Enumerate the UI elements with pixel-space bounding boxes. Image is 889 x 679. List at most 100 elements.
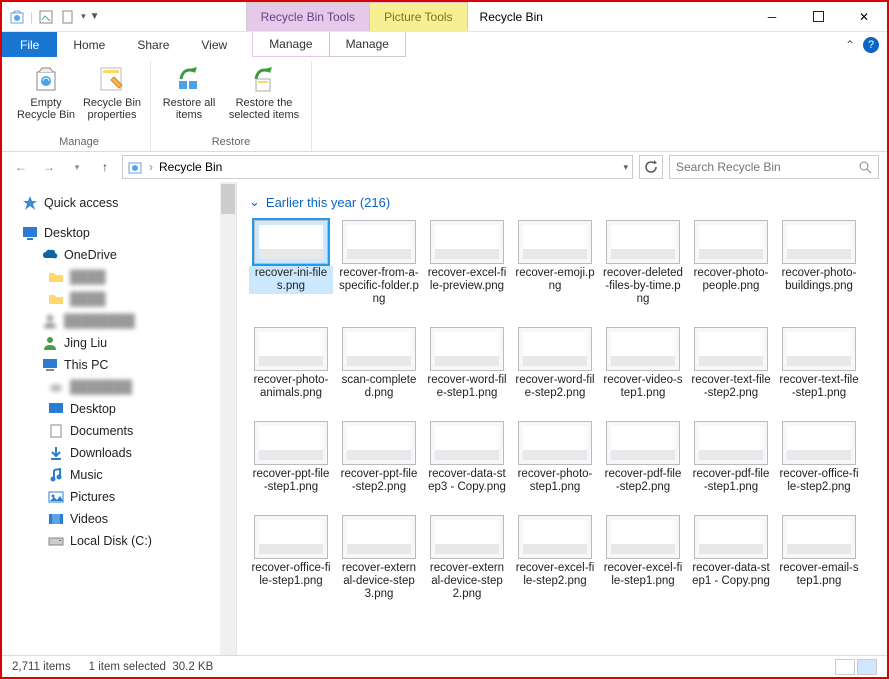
group-header[interactable]: ⌄ Earlier this year (216) <box>249 194 875 210</box>
file-item[interactable]: recover-external-device-step2.png <box>425 515 509 602</box>
tab-view[interactable]: View <box>185 32 243 57</box>
status-bar: 2,711 items 1 item selected 30.2 KB <box>2 655 887 677</box>
file-item[interactable]: recover-data-step3 - Copy.png <box>425 421 509 495</box>
recent-dropdown-icon[interactable]: ▾ <box>66 156 88 178</box>
context-tab-recyclebin-tools[interactable]: Recycle Bin Tools <box>246 2 371 31</box>
tab-home[interactable]: Home <box>57 32 121 57</box>
chevron-down-icon[interactable]: ⌄ <box>249 194 260 210</box>
back-button[interactable]: ← <box>10 156 32 178</box>
address-dropdown-icon[interactable]: ▾ <box>623 162 628 173</box>
tab-manage-picture[interactable]: Manage <box>329 32 406 57</box>
file-item[interactable]: scan-completed.png <box>337 327 421 401</box>
file-item[interactable]: recover-ppt-file-step2.png <box>337 421 421 495</box>
file-item[interactable]: recover-from-a-specific-folder.png <box>337 220 421 307</box>
folder-icon <box>48 269 64 285</box>
tab-file[interactable]: File <box>2 32 57 57</box>
tab-share[interactable]: Share <box>121 32 185 57</box>
trash-empty-icon <box>30 63 62 95</box>
file-item[interactable]: recover-email-step1.png <box>777 515 861 602</box>
new-doc-icon[interactable] <box>59 8 77 26</box>
ribbon-collapse-icon[interactable]: ⌃ <box>845 38 855 52</box>
file-item[interactable]: recover-word-file-step2.png <box>513 327 597 401</box>
file-thumbnail <box>782 421 856 465</box>
restore-selected-button[interactable]: Restore the selected items <box>225 61 303 134</box>
minimize-button[interactable]: ─ <box>749 2 795 32</box>
up-button[interactable]: ↑ <box>94 156 116 178</box>
navigation-pane[interactable]: Quick access Desktop OneDrive ████ ████ … <box>2 182 237 655</box>
refresh-button[interactable] <box>639 155 663 179</box>
qat-dropdown-icon[interactable]: ▾ <box>81 11 86 22</box>
file-item[interactable]: recover-pdf-file-step2.png <box>601 421 685 495</box>
file-item[interactable]: recover-photo-buildings.png <box>777 220 861 307</box>
forward-button[interactable]: → <box>38 156 60 178</box>
music-icon <box>48 467 64 483</box>
properties-icon[interactable] <box>37 8 55 26</box>
file-item[interactable]: recover-office-file-step2.png <box>777 421 861 495</box>
tree-quick-access[interactable]: Quick access <box>2 192 236 214</box>
tree-pictures[interactable]: Pictures <box>2 486 236 508</box>
tree-folder-blur2[interactable]: ████ <box>2 288 236 310</box>
tree-desktop[interactable]: Desktop <box>2 222 236 244</box>
context-tab-picture-tools[interactable]: Picture Tools <box>369 2 467 31</box>
file-thumbnail <box>694 327 768 371</box>
icons-view-button[interactable] <box>857 659 877 675</box>
videos-icon <box>48 511 64 527</box>
file-item[interactable]: recover-excel-file-step2.png <box>513 515 597 602</box>
file-name: recover-pdf-file-step1.png <box>689 467 773 495</box>
address-bar[interactable]: › Recycle Bin ▾ <box>122 155 633 179</box>
tree-videos[interactable]: Videos <box>2 508 236 530</box>
tree-folder-blur1[interactable]: ████ <box>2 266 236 288</box>
tree-jing-liu[interactable]: Jing Liu <box>2 332 236 354</box>
qat-overflow-icon[interactable]: ▼ <box>90 11 100 22</box>
file-item[interactable]: recover-photo-people.png <box>689 220 773 307</box>
file-item[interactable]: recover-word-file-step1.png <box>425 327 509 401</box>
file-item[interactable]: recover-video-step1.png <box>601 327 685 401</box>
file-item[interactable]: recover-data-step1 - Copy.png <box>689 515 773 602</box>
tree-music[interactable]: Music <box>2 464 236 486</box>
file-item[interactable]: recover-deleted-files-by-time.png <box>601 220 685 307</box>
file-item[interactable]: recover-ppt-file-step1.png <box>249 421 333 495</box>
search-input[interactable] <box>676 160 858 174</box>
sidebar-scrollbar[interactable] <box>220 182 236 655</box>
file-thumbnail <box>782 327 856 371</box>
breadcrumb-sep-icon[interactable]: › <box>149 160 153 174</box>
tree-documents[interactable]: Documents <box>2 420 236 442</box>
help-icon[interactable]: ? <box>863 37 879 53</box>
file-name: recover-text-file-step1.png <box>777 373 861 401</box>
file-item[interactable]: recover-emoji.png <box>513 220 597 307</box>
tree-this-pc[interactable]: This PC <box>2 354 236 376</box>
search-box[interactable] <box>669 155 879 179</box>
content-area[interactable]: ⌄ Earlier this year (216) recover-ini-fi… <box>237 182 887 655</box>
file-item[interactable]: recover-external-device-step3.png <box>337 515 421 602</box>
restore-all-button[interactable]: Restore all items <box>159 61 219 134</box>
empty-recycle-bin-button[interactable]: Empty Recycle Bin <box>16 61 76 134</box>
tree-user-blur[interactable]: ████████ <box>2 310 236 332</box>
details-view-button[interactable] <box>835 659 855 675</box>
restore-selected-icon <box>248 63 280 95</box>
file-item[interactable]: recover-pdf-file-step1.png <box>689 421 773 495</box>
tree-downloads[interactable]: Downloads <box>2 442 236 464</box>
star-icon <box>22 195 38 211</box>
breadcrumb-location[interactable]: Recycle Bin <box>159 160 222 174</box>
tree-desktop2[interactable]: Desktop <box>2 398 236 420</box>
status-item-count: 2,711 items <box>12 661 71 673</box>
file-thumbnail <box>782 220 856 264</box>
file-item[interactable]: recover-text-file-step2.png <box>689 327 773 401</box>
search-icon[interactable] <box>858 160 872 174</box>
tab-manage-recyclebin[interactable]: Manage <box>252 32 329 57</box>
file-item[interactable]: recover-photo-step1.png <box>513 421 597 495</box>
file-item[interactable]: recover-office-file-step1.png <box>249 515 333 602</box>
file-item[interactable]: recover-text-file-step1.png <box>777 327 861 401</box>
tree-blur4[interactable]: ███████ <box>2 376 236 398</box>
file-item[interactable]: recover-photo-animals.png <box>249 327 333 401</box>
tree-onedrive[interactable]: OneDrive <box>2 244 236 266</box>
close-button[interactable]: ✕ <box>841 2 887 32</box>
file-name: recover-word-file-step1.png <box>425 373 509 401</box>
file-thumbnail <box>254 421 328 465</box>
file-item[interactable]: recover-excel-file-preview.png <box>425 220 509 307</box>
recycle-bin-properties-button[interactable]: Recycle Bin properties <box>82 61 142 134</box>
maximize-button[interactable] <box>795 2 841 32</box>
file-item[interactable]: recover-ini-files.png <box>249 220 333 307</box>
tree-local-disk[interactable]: Local Disk (C:) <box>2 530 236 552</box>
file-item[interactable]: recover-excel-file-step1.png <box>601 515 685 602</box>
